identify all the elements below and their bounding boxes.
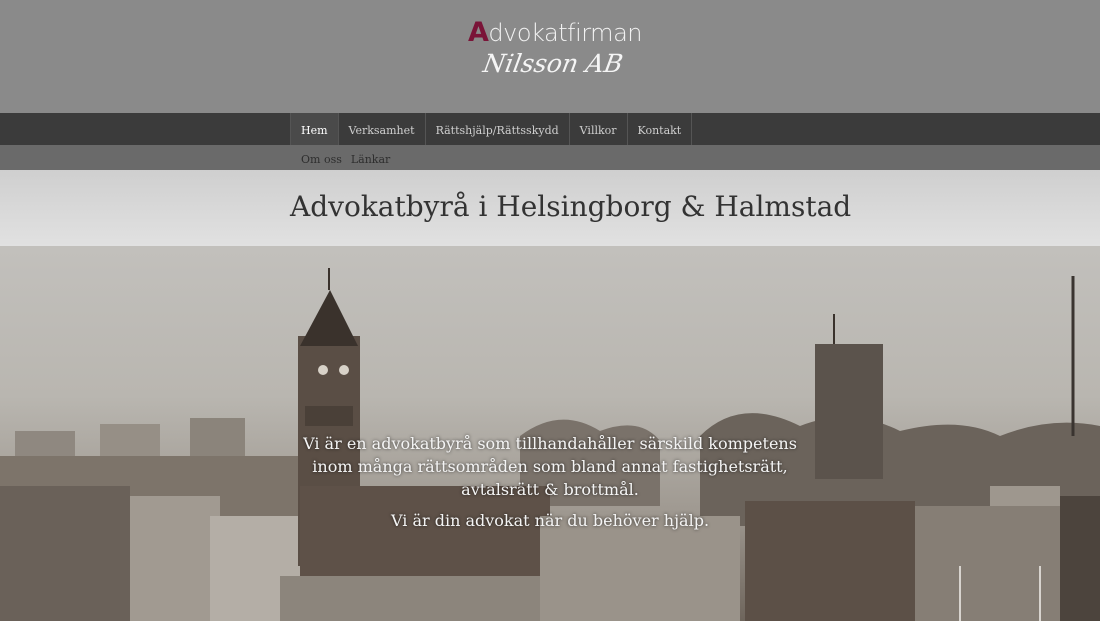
hero-text: Vi är en advokatbyrå som tillhandahåller…	[300, 432, 800, 540]
nav-item-rattshjalp[interactable]: Rättshjälp/Rättsskydd	[424, 113, 569, 145]
subnav-item-lankar[interactable]: Länkar	[347, 145, 395, 170]
logo-initial: A	[468, 17, 489, 48]
logo-line1: dvokatfirman	[488, 19, 642, 47]
page-title: Advokatbyrå i Helsingborg & Halmstad	[290, 190, 852, 223]
nav-item-verksamhet[interactable]: Verksamhet	[337, 113, 425, 145]
site-header: Advokatfirman Nilsson AB	[0, 0, 1100, 113]
logo-line2: Nilsson AB	[481, 49, 626, 78]
hero-paragraph-2: Vi är din advokat när du behöver hjälp.	[390, 511, 710, 530]
hero-paragraph-1: Vi är en advokatbyrå som tillhandahåller…	[303, 434, 797, 499]
sub-nav: Om oss Länkar	[0, 145, 1100, 170]
main-nav: Hem Verksamhet Rättshjälp/Rättsskydd Vil…	[0, 113, 1100, 145]
nav-item-kontakt[interactable]: Kontakt	[626, 113, 693, 145]
logo[interactable]: Advokatfirman Nilsson AB	[468, 17, 642, 90]
subnav-item-om-oss[interactable]: Om oss	[290, 145, 347, 170]
nav-item-hem[interactable]: Hem	[290, 113, 338, 145]
hero-image: Vi är en advokatbyrå som tillhandahåller…	[0, 246, 1100, 621]
title-band: Advokatbyrå i Helsingborg & Halmstad	[0, 170, 1100, 246]
nav-item-villkor[interactable]: Villkor	[568, 113, 627, 145]
